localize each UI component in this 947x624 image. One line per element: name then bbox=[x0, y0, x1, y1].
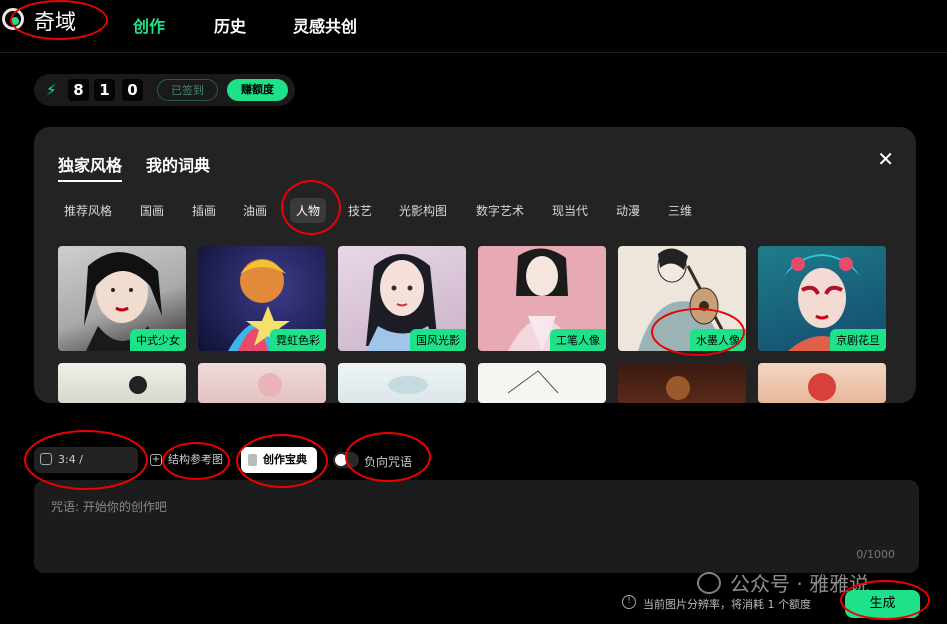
structure-reference-button[interactable]: + 结构参考图 bbox=[150, 447, 230, 473]
wechat-icon bbox=[697, 572, 721, 594]
earn-credits-button[interactable]: 赚额度 bbox=[227, 79, 288, 101]
card-label: 国风光影 bbox=[410, 329, 466, 351]
lightning-icon: ⚡ bbox=[46, 81, 57, 99]
style-card[interactable]: 水墨人像 bbox=[618, 246, 746, 351]
prompt-placeholder: 咒语: 开始你的创作吧 bbox=[51, 500, 167, 514]
character-counter: 0/1000 bbox=[856, 548, 895, 561]
nav-inspiration[interactable]: 灵感共创 bbox=[293, 13, 357, 37]
category-light-composition[interactable]: 光影构图 bbox=[399, 202, 447, 219]
category-guohua[interactable]: 国画 bbox=[140, 202, 164, 219]
category-recommended[interactable]: 推荐风格 bbox=[64, 202, 112, 219]
book-icon bbox=[248, 454, 257, 466]
nav-history[interactable]: 历史 bbox=[214, 13, 246, 37]
style-card[interactable]: 中式少女 bbox=[58, 246, 186, 351]
credit-digit: 8 bbox=[68, 79, 89, 101]
negative-prompt-toggle[interactable] bbox=[333, 452, 359, 468]
portrait-thumbnail bbox=[808, 373, 836, 401]
resolution-cost-info: 当前图片分辨率，将消耗 1 个额度 bbox=[643, 598, 811, 611]
card-label: 京剧花旦 bbox=[830, 329, 886, 351]
nav-create[interactable]: 创作 bbox=[133, 13, 165, 37]
portrait-thumbnail bbox=[258, 373, 282, 397]
category-craft[interactable]: 技艺 bbox=[348, 202, 372, 219]
style-card[interactable]: 国风光影 bbox=[338, 246, 466, 351]
tab-exclusive-style[interactable]: 独家风格 bbox=[58, 152, 123, 182]
credit-digit: 1 bbox=[94, 79, 115, 101]
portrait-thumbnail bbox=[129, 376, 147, 394]
portrait-thumbnail bbox=[666, 376, 690, 400]
style-card[interactable] bbox=[58, 363, 186, 403]
style-card[interactable] bbox=[478, 363, 606, 403]
negative-prompt-label: 负向咒语 bbox=[364, 455, 413, 469]
style-card[interactable]: 京剧花旦 bbox=[758, 246, 886, 351]
category-portrait[interactable]: 人物 bbox=[290, 198, 327, 223]
tab-my-dictionary[interactable]: 我的词典 bbox=[146, 152, 210, 176]
style-card[interactable] bbox=[758, 363, 886, 403]
style-card[interactable] bbox=[618, 363, 746, 403]
card-label: 工笔人像 bbox=[550, 329, 606, 351]
card-label: 霓虹色彩 bbox=[270, 329, 326, 351]
category-digital-art[interactable]: 数字艺术 bbox=[476, 202, 524, 219]
ratio-icon bbox=[40, 453, 52, 465]
structure-reference-label: 结构参考图 bbox=[168, 453, 223, 466]
info-icon: ! bbox=[622, 595, 636, 609]
category-contemporary[interactable]: 现当代 bbox=[552, 202, 588, 219]
card-label: 水墨人像 bbox=[690, 329, 746, 351]
style-card[interactable]: 霓虹色彩 bbox=[198, 246, 326, 351]
credit-digit: 0 bbox=[122, 79, 143, 101]
card-label: 中式少女 bbox=[130, 329, 186, 351]
portrait-thumbnail bbox=[507, 370, 559, 394]
top-header: 奇域 创作 历史 灵感共创 bbox=[0, 0, 947, 53]
category-oil[interactable]: 油画 bbox=[243, 202, 267, 219]
category-illustration[interactable]: 插画 bbox=[192, 202, 216, 219]
generate-button[interactable]: 生成 bbox=[845, 590, 920, 618]
creation-dictionary-label: 创作宝典 bbox=[263, 453, 307, 466]
style-card[interactable] bbox=[198, 363, 326, 403]
prompt-input[interactable]: 咒语: 开始你的创作吧 0/1000 bbox=[34, 480, 919, 573]
category-anime[interactable]: 动漫 bbox=[616, 202, 640, 219]
app-logo-icon[interactable] bbox=[2, 8, 24, 30]
portrait-thumbnail bbox=[388, 376, 428, 394]
plus-icon: + bbox=[150, 454, 162, 466]
style-panel: 独家风格 我的词典 ✕ 推荐风格 国画 插画 油画 人物 技艺 光影构图 数字艺… bbox=[34, 127, 916, 403]
close-icon[interactable]: ✕ bbox=[877, 149, 894, 169]
style-card[interactable] bbox=[338, 363, 466, 403]
signed-in-badge[interactable]: 已签到 bbox=[157, 79, 218, 101]
creation-dictionary-button[interactable]: 创作宝典 bbox=[241, 447, 317, 473]
category-3d[interactable]: 三维 bbox=[668, 202, 692, 219]
toggle-knob bbox=[335, 454, 347, 466]
credits-bar: ⚡ 8 1 0 已签到 赚额度 bbox=[34, 74, 295, 106]
app-name[interactable]: 奇域 bbox=[34, 6, 76, 36]
aspect-ratio-button[interactable]: 3:4 / 960*1280 bbox=[34, 447, 138, 492]
style-card[interactable]: 工笔人像 bbox=[478, 246, 606, 351]
